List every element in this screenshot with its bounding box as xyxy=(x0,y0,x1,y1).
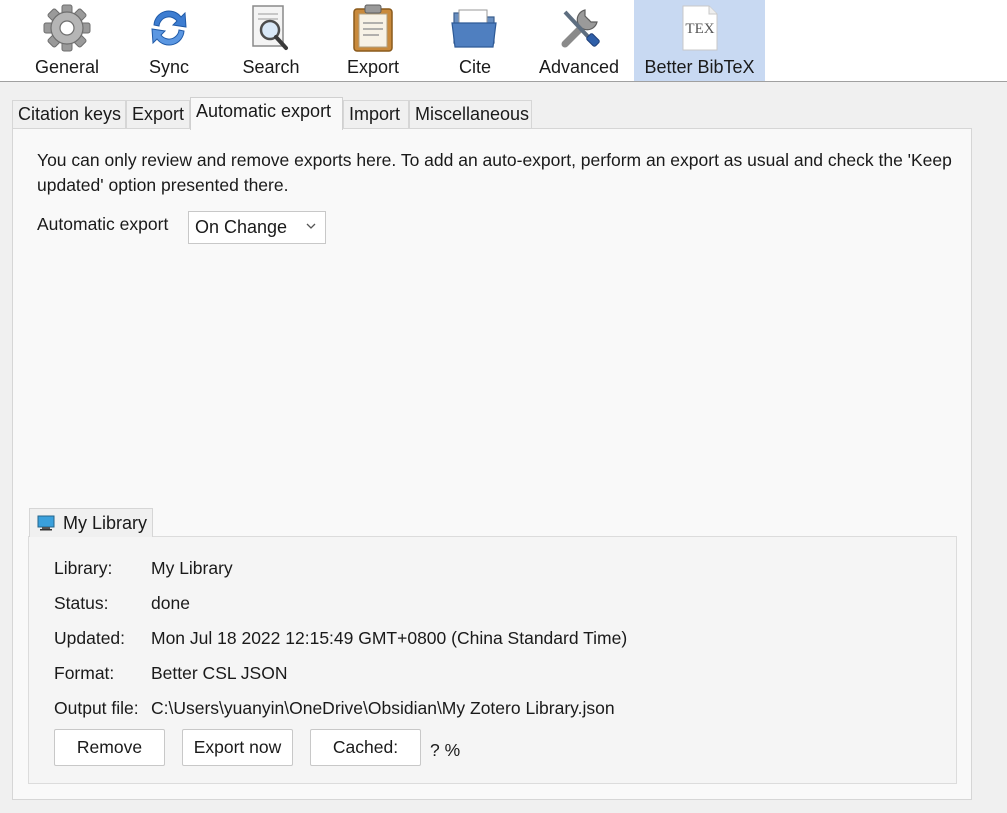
library-group-tab[interactable]: My Library xyxy=(29,508,154,537)
toolbar-general[interactable]: General xyxy=(20,0,114,81)
tools-icon xyxy=(553,2,605,54)
updated-key: Updated: xyxy=(54,628,126,648)
toolbar-cite[interactable]: Cite xyxy=(428,0,522,81)
tab-export[interactable]: Export xyxy=(126,100,190,129)
tab-import[interactable]: Import xyxy=(343,100,409,129)
remove-button[interactable]: Remove xyxy=(54,729,165,766)
toolbar-cite-label: Cite xyxy=(458,57,491,77)
toolbar-search-label: Search xyxy=(242,57,300,77)
automatic-export-selected: On Change xyxy=(195,217,288,237)
folder-icon xyxy=(449,2,501,54)
tab-automatic-export[interactable]: Automatic export xyxy=(190,97,343,130)
sync-icon xyxy=(143,2,195,54)
toolbar-general-label: General xyxy=(34,57,100,77)
toolbar-sync[interactable]: Sync xyxy=(122,0,216,81)
tex-icon: TEX xyxy=(674,2,726,54)
library-group-tab-label: My Library xyxy=(63,512,148,533)
tab-citation-keys[interactable]: Citation keys xyxy=(12,100,126,129)
auto-export-description: You can only review and remove exports h… xyxy=(37,150,952,195)
gear-icon xyxy=(41,2,93,54)
computer-icon xyxy=(37,515,55,531)
updated-value: Mon Jul 18 2022 12:15:49 GMT+0800 (China… xyxy=(151,628,628,648)
format-key: Format: xyxy=(54,663,115,683)
output-file-key: Output file: xyxy=(54,698,139,718)
toolbar-export[interactable]: Export xyxy=(326,0,420,81)
status-key: Status: xyxy=(54,593,109,613)
status-value: done xyxy=(151,593,190,613)
svg-text:TEX: TEX xyxy=(685,21,714,37)
output-file-value: C:\Users\yuanyin\OneDrive\Obsidian\My Zo… xyxy=(151,698,615,718)
cached-button[interactable]: Cached: xyxy=(310,729,421,766)
search-icon xyxy=(245,2,297,54)
automatic-export-panel: You can only review and remove exports h… xyxy=(12,128,972,800)
automatic-export-select[interactable]: On Change xyxy=(188,211,326,244)
toolbar-better-bibtex-label: Better BibTeX xyxy=(644,57,755,77)
export-now-button[interactable]: Export now xyxy=(182,729,293,766)
library-value: My Library xyxy=(151,558,233,578)
toolbar-advanced[interactable]: Advanced xyxy=(532,0,626,81)
clipboard-icon xyxy=(347,2,399,54)
automatic-export-label: Automatic export xyxy=(37,214,169,234)
preferences-toolbar: General Sync Search Export Cite Advanced… xyxy=(0,0,1007,82)
library-key: Library: xyxy=(54,558,113,578)
format-value: Better CSL JSON xyxy=(151,663,288,683)
chevron-down-icon xyxy=(306,223,316,229)
library-export-details: Library: My Library Status: done Updated… xyxy=(28,536,957,784)
toolbar-better-bibtex[interactable]: TEX Better BibTeX xyxy=(634,0,765,81)
tab-miscellaneous[interactable]: Miscellaneous xyxy=(409,100,532,129)
toolbar-sync-label: Sync xyxy=(148,57,190,77)
toolbar-export-label: Export xyxy=(346,57,400,77)
toolbar-search[interactable]: Search xyxy=(224,0,318,81)
cached-percentage: ? % xyxy=(430,740,461,760)
toolbar-advanced-label: Advanced xyxy=(538,57,620,77)
